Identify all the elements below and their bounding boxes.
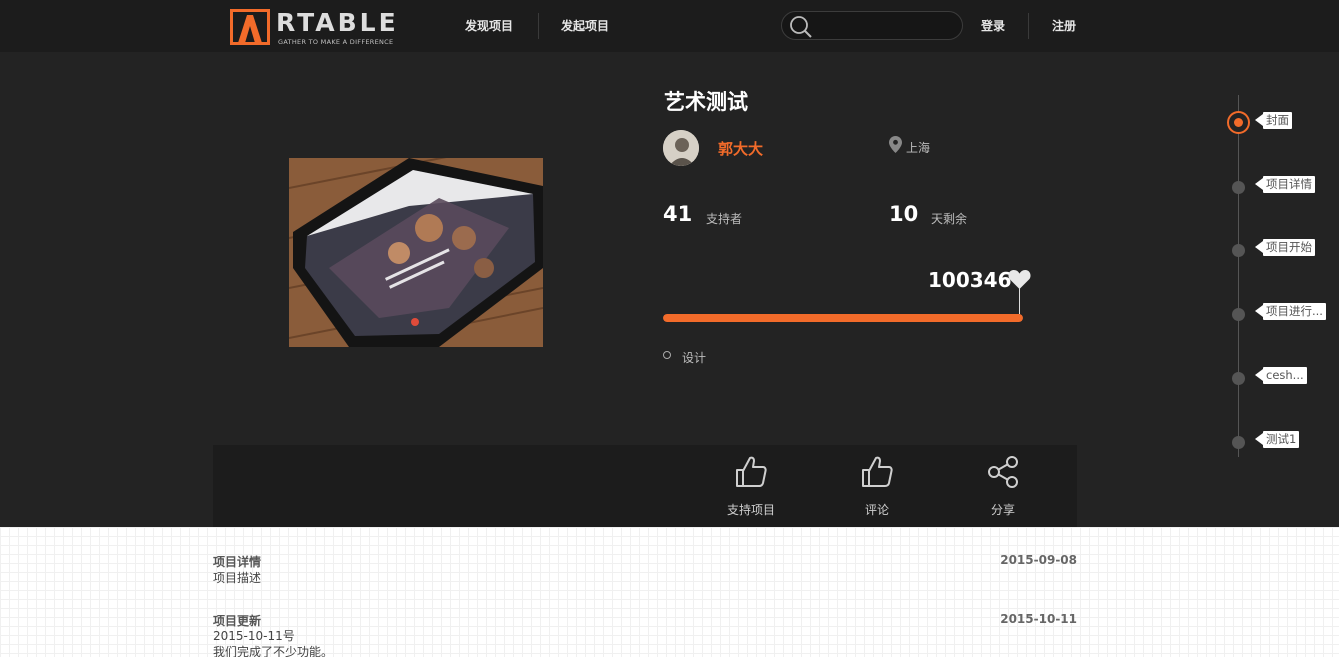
artable-logo[interactable]: RTABLE GATHER TO MAKE A DIFFERENCE — [230, 8, 396, 47]
login-link[interactable]: 登录 — [981, 17, 1005, 34]
update-line: 2015-10-11号 — [213, 629, 295, 643]
timeline-label-cesh[interactable]: cesh... — [1255, 367, 1307, 384]
progress-marker-line — [1019, 288, 1020, 316]
nav-launch-project[interactable]: 发起项目 — [561, 17, 609, 34]
details-heading: 项目详情 — [213, 555, 262, 569]
details-date: 2015-09-08 — [1000, 553, 1077, 567]
comment-button[interactable]: 评论 — [827, 445, 927, 527]
days-left-label: 天剩余 — [931, 212, 968, 226]
heart-icon — [1008, 270, 1031, 289]
logo-a-mark-icon — [230, 9, 270, 45]
logo-wordmark: RTABLE — [276, 8, 399, 37]
details-description: 项目描述 — [213, 571, 262, 585]
timeline-node-cover[interactable] — [1227, 111, 1250, 134]
timeline-node-test1[interactable] — [1232, 436, 1245, 449]
funding-amount: 100346 — [928, 268, 1012, 292]
cover-photo-tablet — [289, 158, 543, 347]
support-project-button[interactable]: 支持项目 — [701, 445, 801, 527]
project-tag[interactable]: 设计 — [682, 349, 706, 366]
project-location: 上海 — [906, 141, 931, 155]
thumbs-up-icon — [862, 456, 893, 487]
nav-discover-projects[interactable]: 发现项目 — [465, 17, 513, 34]
timeline-label-cover[interactable]: 封面 — [1255, 112, 1292, 129]
supporters-count: 41 — [663, 202, 693, 226]
nav-divider — [1028, 13, 1029, 39]
project-cover-image — [289, 158, 543, 347]
timeline-node-details[interactable] — [1232, 181, 1245, 194]
timeline-label-test1[interactable]: 测试1 — [1254, 431, 1300, 448]
timeline-track — [1238, 95, 1239, 457]
register-link[interactable]: 注册 — [1052, 17, 1076, 34]
author-name[interactable]: 郭大大 — [718, 138, 763, 159]
author-avatar[interactable] — [663, 130, 699, 166]
location-pin-icon — [889, 136, 902, 153]
project-title: 艺术测试 — [664, 90, 748, 114]
days-left-count: 10 — [889, 202, 919, 226]
tag-bullet-icon — [663, 351, 671, 359]
project-action-bar: 支持项目 评论 分享 — [213, 445, 1077, 527]
top-nav-bar: RTABLE GATHER TO MAKE A DIFFERENCE 发现项目 … — [0, 0, 1339, 52]
funding-progress-bar — [663, 314, 1023, 322]
project-hero: 艺术测试 郭大大 上海 41 支持者 10 天剩余 100346 设计 支持项目 — [0, 52, 1339, 527]
thumbs-up-icon — [736, 456, 767, 487]
timeline-label-details[interactable]: 项目详情 — [1255, 176, 1315, 193]
logo-tagline: GATHER TO MAKE A DIFFERENCE — [278, 38, 394, 46]
funding-progress-fill — [663, 314, 1023, 322]
share-icon — [988, 456, 1018, 488]
avatar-portrait — [663, 130, 699, 166]
nav-divider — [538, 13, 539, 39]
timeline-node-start[interactable] — [1232, 244, 1245, 257]
share-label: 分享 — [990, 503, 1015, 517]
project-details-section: 项目详情 2015-09-08 项目描述 项目更新 2015-10-11 201… — [0, 527, 1339, 657]
update-line: 我们完成了不少功能。 — [213, 645, 334, 657]
timeline-node-progress[interactable] — [1232, 308, 1245, 321]
share-button[interactable]: 分享 — [953, 445, 1053, 527]
supporters-label: 支持者 — [706, 212, 743, 226]
search-icon[interactable] — [789, 15, 813, 39]
timeline-label-progress[interactable]: 项目进行... — [1255, 303, 1326, 320]
update-date: 2015-10-11 — [1000, 612, 1077, 626]
support-project-label: 支持项目 — [726, 503, 775, 517]
timeline-node-cesh[interactable] — [1232, 372, 1245, 385]
timeline-label-start[interactable]: 项目开始 — [1255, 239, 1315, 256]
search-input[interactable] — [781, 11, 963, 40]
comment-label: 评论 — [864, 503, 889, 517]
